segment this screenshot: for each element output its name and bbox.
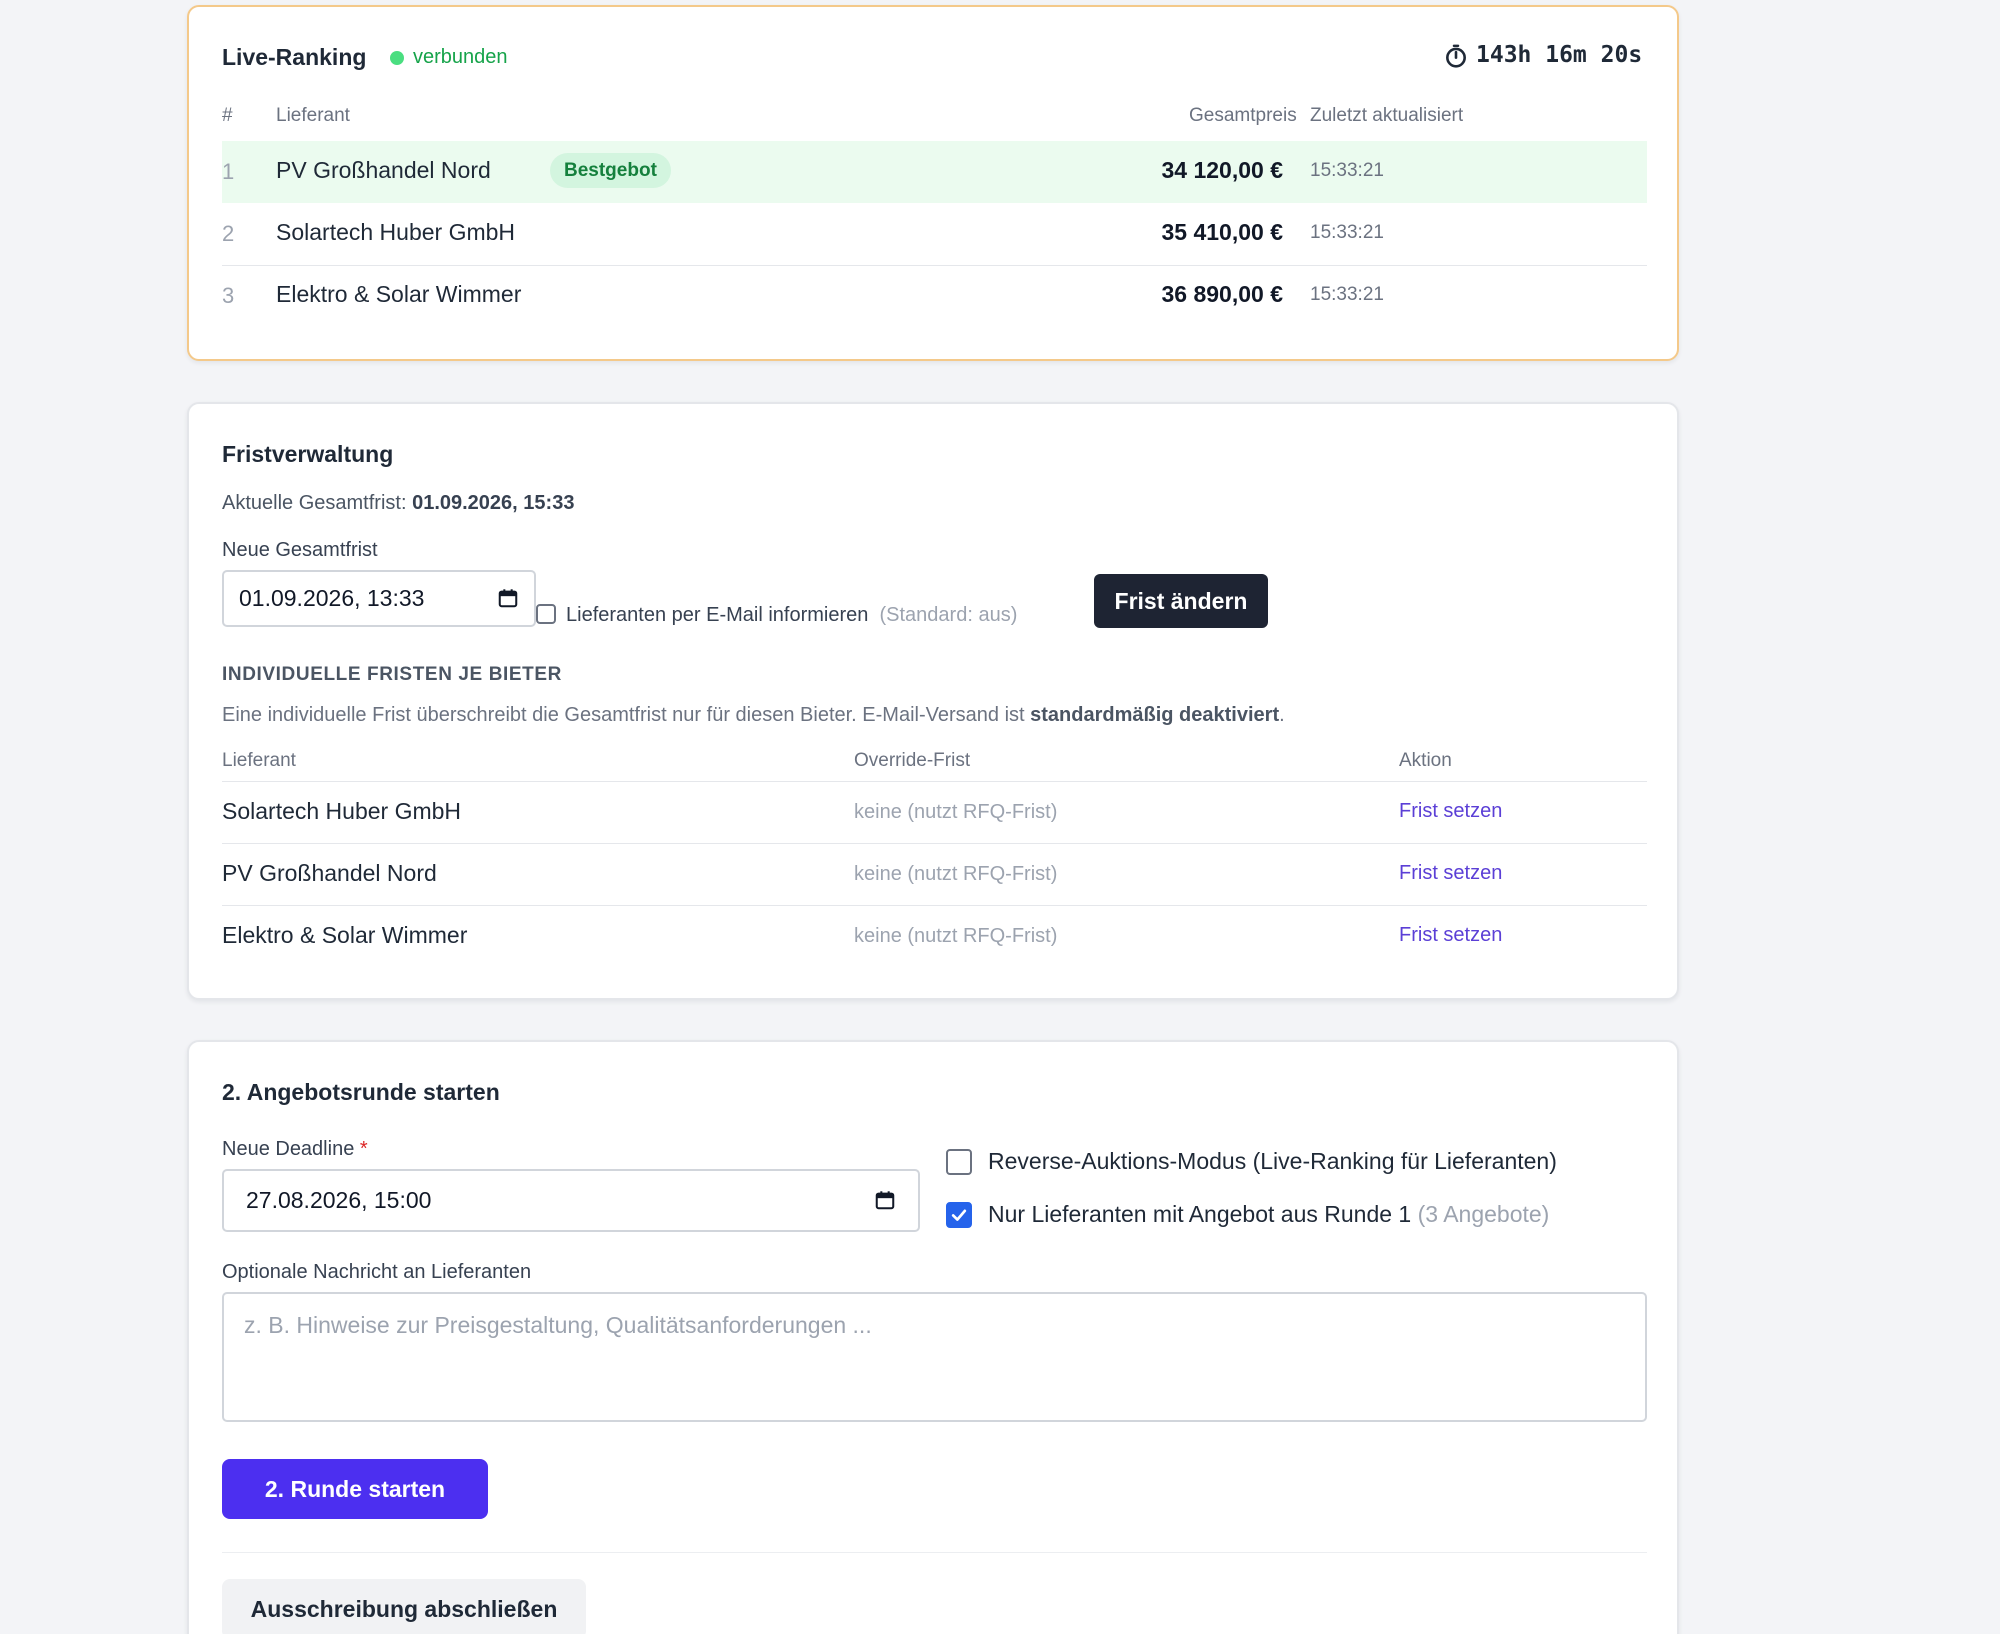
set-deadline-link[interactable]: Frist setzen [1399,924,1502,947]
email-notify-label[interactable]: Lieferanten per E-Mail informieren (Stan… [566,604,1017,627]
live-ranking-card: Live-Ranking verbunden 143h 16m 20s # Li… [187,5,1679,361]
supplier-name: Elektro & Solar Wimmer [276,281,522,307]
required-marker: * [359,1138,368,1160]
second-round-card: 2. Angebotsrunde starten Neue Deadline *… [187,1040,1679,1634]
offer-count-hint: (3 Angebote) [1417,1201,1550,1227]
rank-number: 3 [222,283,235,308]
reverse-auction-checkbox[interactable] [946,1149,972,1175]
total-price: 36 890,00 € [1161,281,1283,307]
column-header-last-updated: Zuletzt aktualisiert [1310,105,1464,126]
start-second-round-button[interactable]: 2. Runde starten [222,1459,488,1519]
total-price: 35 410,00 € [1161,219,1283,245]
rank-number: 2 [222,221,235,246]
message-label: Optionale Nachricht an Lieferanten [222,1261,532,1283]
second-round-deadline-value: 27.08.2026, 15:00 [246,1187,432,1213]
supplier-name: Elektro & Solar Wimmer [222,922,468,948]
column-header-rank: # [222,105,233,126]
deadline-management-title: Fristverwaltung [222,441,394,467]
connection-status: verbunden [413,46,508,68]
last-updated-time: 15:33:21 [1310,160,1384,181]
total-price: 34 120,00 € [1161,157,1283,183]
reverse-auction-label[interactable]: Reverse-Auktions-Modus (Live-Ranking für… [988,1148,1557,1175]
override-deadline: keine (nutzt RFQ-Frist) [854,801,1058,823]
individual-deadlines-title: INDIVIDUELLE FRISTEN JE BIETER [222,664,562,685]
column-header-override: Override-Frist [854,750,971,771]
column-header-total-price: Gesamtpreis [1189,105,1297,126]
second-round-title: 2. Angebotsrunde starten [222,1079,500,1105]
live-ranking-title: Live-Ranking [222,44,367,70]
deadline-management-card: Fristverwaltung Aktuelle Gesamtfrist: 01… [187,402,1679,1000]
table-row: 2 Solartech Huber GmbH 35 410,00 € 15:33… [222,203,1647,265]
supplier-name: PV Großhandel Nord [276,157,491,183]
column-header-supplier: Lieferant [222,750,296,771]
rank-number: 1 [222,159,235,184]
table-row-best-bid: 1 PV Großhandel Nord Bestgebot 34 120,00… [222,141,1647,203]
connection-status-dot [390,51,404,65]
supplier-name: PV Großhandel Nord [222,860,437,886]
table-row: 3 Elektro & Solar Wimmer 36 890,00 € 15:… [222,265,1647,327]
checkmark-icon [951,1209,967,1221]
override-deadline: keine (nutzt RFQ-Frist) [854,863,1058,885]
calendar-icon[interactable] [874,1189,896,1211]
new-deadline-input[interactable]: 01.09.2026, 13:33 [222,570,536,627]
new-deadline-value: 01.09.2026, 13:33 [239,585,425,611]
countdown-timer: 143h 16m 20s [1476,42,1643,68]
supplier-message-textarea[interactable]: z. B. Hinweise zur Preisgestaltung, Qual… [222,1292,1647,1422]
only-round1-suppliers-label[interactable]: Nur Lieferanten mit Angebot aus Runde 1 … [988,1201,1549,1228]
email-notify-hint: (Standard: aus) [879,604,1018,626]
supplier-name: Solartech Huber GmbH [222,798,462,824]
change-deadline-button[interactable]: Frist ändern [1094,574,1268,628]
column-header-supplier: Lieferant [276,105,350,126]
current-deadline-label: Aktuelle Gesamtfrist: [222,492,407,514]
individual-deadlines-description: Eine individuelle Frist überschreibt die… [222,704,1285,726]
close-tender-button[interactable]: Ausschreibung abschließen [222,1579,586,1634]
set-deadline-link[interactable]: Frist setzen [1399,800,1502,823]
only-round1-suppliers-checkbox[interactable] [946,1202,972,1228]
new-deadline-label: Neue Gesamtfrist [222,539,378,561]
second-round-deadline-input[interactable]: 27.08.2026, 15:00 [222,1169,920,1232]
column-header-action: Aktion [1399,750,1452,771]
current-deadline: Aktuelle Gesamtfrist: 01.09.2026, 15:33 [222,492,574,515]
set-deadline-link[interactable]: Frist setzen [1399,862,1502,885]
calendar-icon[interactable] [497,587,519,609]
best-bid-badge: Bestgebot [550,153,671,188]
section-divider [222,1552,1647,1553]
new-deadline-label: Neue Deadline * [222,1138,368,1160]
stopwatch-icon [1446,44,1466,68]
last-updated-time: 15:33:21 [1310,284,1384,305]
supplier-name: Solartech Huber GmbH [276,219,516,245]
override-deadline: keine (nutzt RFQ-Frist) [854,925,1058,947]
last-updated-time: 15:33:21 [1310,222,1384,243]
table-row: PV Großhandel Nord keine (nutzt RFQ-Fris… [222,843,1647,905]
email-notify-checkbox[interactable] [536,604,556,624]
table-row: Solartech Huber GmbH keine (nutzt RFQ-Fr… [222,781,1647,843]
current-deadline-value: 01.09.2026, 15:33 [412,492,575,514]
table-row: Elektro & Solar Wimmer keine (nutzt RFQ-… [222,905,1647,967]
